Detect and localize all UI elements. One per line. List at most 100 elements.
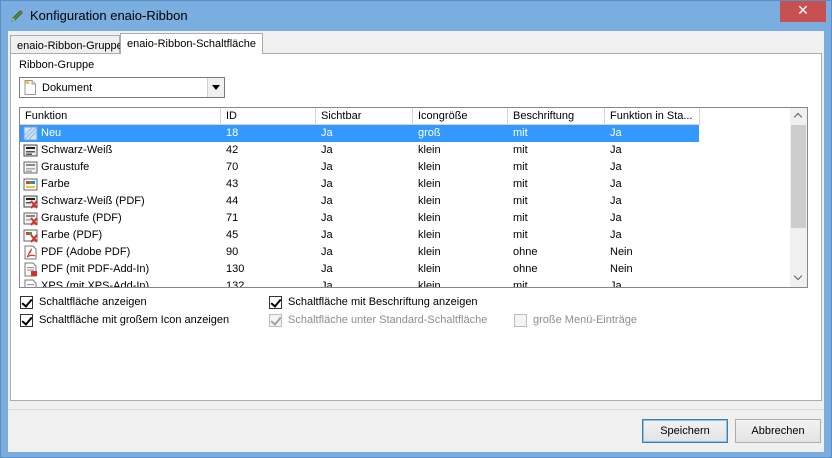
ribbon-group-value: Dokument: [42, 82, 93, 94]
cell-sichtbar: Ja: [321, 144, 333, 156]
tab-panel: Ribbon-Gruppe Dokument Funktion ID Sicht…: [10, 53, 822, 401]
cell-funktion-in-standard: Nein: [610, 246, 633, 258]
checkbox-large-menu-entries: große Menü-Einträge: [514, 314, 664, 328]
table-row[interactable]: Schwarz-Weiß 42 Ja klein mit Ja: [20, 142, 791, 159]
cell-funktion: Schwarz-Weiß: [41, 144, 113, 156]
cell-icongroesse: klein: [418, 195, 441, 207]
scanner-bw-pdf-icon: [23, 195, 38, 209]
cell-funktion-in-standard: Ja: [610, 280, 622, 288]
checkbox-label: Schaltfläche mit Beschriftung anzeigen: [288, 296, 478, 308]
scanner-color-icon: [23, 178, 38, 191]
cell-beschriftung: ohne: [513, 263, 538, 275]
cell-funktion: Farbe: [41, 178, 70, 190]
cancel-button[interactable]: Abbrechen: [735, 419, 821, 443]
cell-beschriftung: mit: [513, 280, 528, 288]
title-bar[interactable]: Konfiguration enaio-Ribbon ✕: [1, 1, 831, 31]
cell-sichtbar: Ja: [321, 229, 333, 241]
cell-funktion: Schwarz-Weiß (PDF): [41, 195, 145, 207]
cell-icongroesse: klein: [418, 246, 441, 258]
cell-icongroesse: groß: [418, 127, 441, 139]
cell-funktion-in-standard: Ja: [610, 212, 622, 224]
checkbox-show-button[interactable]: Schaltfläche anzeigen: [20, 296, 220, 310]
cell-beschriftung: mit: [513, 161, 528, 173]
scroll-down-icon[interactable]: [790, 270, 807, 287]
cell-funktion-in-standard: Ja: [610, 178, 622, 190]
checkbox-show-large-icon[interactable]: Schaltfläche mit großem Icon anzeigen: [20, 314, 260, 328]
table-row[interactable]: Neu 18 Ja groß mit Ja: [20, 125, 699, 142]
cell-id: 42: [226, 144, 239, 156]
cell-funktion-in-standard: Nein: [610, 263, 633, 275]
cell-sichtbar: Ja: [321, 212, 333, 224]
table-row[interactable]: XPS (mit XPS-Add-In) 132 Ja klein mit Ja: [20, 278, 791, 288]
table-row[interactable]: PDF (mit PDF-Add-In) 130 Ja klein ohne N…: [20, 261, 791, 278]
column-header-id[interactable]: ID: [221, 108, 316, 125]
tab-ribbon-schaltflaeche[interactable]: enaio-Ribbon-Schaltfläche: [120, 33, 263, 54]
cell-beschriftung: mit: [513, 229, 528, 241]
close-button[interactable]: ✕: [780, 1, 826, 22]
cell-id: 71: [226, 212, 239, 224]
checkbox-box: [514, 314, 527, 327]
column-header-icongroesse[interactable]: Icongröße: [413, 108, 508, 125]
scroll-up-icon[interactable]: [790, 108, 807, 125]
cell-id: 130: [226, 263, 245, 275]
chevron-down-icon[interactable]: [207, 78, 224, 97]
cell-id: 43: [226, 178, 239, 190]
xps-addin-icon: [24, 279, 37, 287]
document-icon: [24, 80, 36, 95]
cell-funktion-in-standard: Ja: [610, 144, 622, 156]
checkbox-box[interactable]: [20, 314, 33, 327]
cell-icongroesse: klein: [418, 212, 441, 224]
column-header-beschriftung[interactable]: Beschriftung: [508, 108, 605, 125]
scanner-color-pdf-icon: [23, 229, 38, 243]
checkbox-label: Schaltfläche mit großem Icon anzeigen: [39, 314, 230, 326]
table-row[interactable]: Farbe (PDF) 45 Ja klein mit Ja: [20, 227, 791, 244]
cell-funktion: Neu: [41, 127, 62, 139]
vertical-scrollbar[interactable]: [790, 108, 807, 287]
cell-beschriftung: mit: [513, 144, 528, 156]
cell-funktion-in-standard: Ja: [610, 161, 622, 173]
cell-funktion-in-standard: Ja: [610, 229, 622, 241]
window-title: Konfiguration enaio-Ribbon: [30, 8, 188, 23]
column-header-sichtbar[interactable]: Sichtbar: [316, 108, 413, 125]
cell-id: 132: [226, 280, 245, 288]
checkbox-label: Schaltfläche anzeigen: [39, 296, 147, 308]
cell-beschriftung: mit: [513, 178, 528, 190]
table-row[interactable]: PDF (Adobe PDF) 90 Ja klein ohne Nein: [20, 244, 791, 261]
checkbox-show-caption[interactable]: Schaltfläche mit Beschriftung anzeigen: [269, 296, 509, 310]
dialog-client-area: enaio-Ribbon-Gruppe enaio-Ribbon-Schaltf…: [8, 31, 824, 452]
cell-beschriftung: mit: [513, 212, 528, 224]
checkbox-box: [269, 314, 282, 327]
ribbon-group-label: Ribbon-Gruppe: [19, 59, 95, 71]
dialog-window: Konfiguration enaio-Ribbon ✕ enaio-Ribbo…: [0, 0, 832, 458]
table-row[interactable]: Graustufe 70 Ja klein mit Ja: [20, 159, 791, 176]
cell-funktion: Farbe (PDF): [41, 229, 103, 241]
cell-sichtbar: Ja: [321, 195, 333, 207]
table-row[interactable]: Farbe 43 Ja klein mit Ja: [20, 176, 791, 193]
column-header-funktion[interactable]: Funktion: [20, 108, 221, 125]
cell-sichtbar: Ja: [321, 178, 333, 190]
checkbox-box[interactable]: [20, 296, 33, 309]
save-button[interactable]: Speichern: [642, 419, 728, 443]
ribbon-group-select[interactable]: Dokument: [19, 77, 225, 98]
column-header-funktion-in-standard[interactable]: Funktion in Sta...: [605, 108, 700, 125]
cell-funktion: PDF (Adobe PDF): [41, 246, 131, 258]
scanner-gray-pdf-icon: [23, 212, 38, 226]
cell-funktion: Graustufe: [41, 161, 90, 173]
tab-ribbon-gruppe[interactable]: enaio-Ribbon-Gruppe: [10, 35, 123, 53]
pdf-addin-icon: [24, 262, 37, 277]
scrollbar-thumb[interactable]: [791, 125, 806, 228]
cell-sichtbar: Ja: [321, 280, 333, 288]
list-header: Funktion ID Sichtbar Icongröße Beschrift…: [20, 108, 791, 125]
cell-sichtbar: Ja: [321, 161, 333, 173]
cell-funktion-in-standard: Ja: [610, 127, 622, 139]
button-list[interactable]: Funktion ID Sichtbar Icongröße Beschrift…: [19, 107, 808, 288]
cell-beschriftung: mit: [513, 195, 528, 207]
checkbox-box[interactable]: [269, 296, 282, 309]
table-row[interactable]: Graustufe (PDF) 71 Ja klein mit Ja: [20, 210, 791, 227]
table-row[interactable]: Schwarz-Weiß (PDF) 44 Ja klein mit Ja: [20, 193, 791, 210]
pencil-icon: [11, 10, 23, 22]
cell-funktion: PDF (mit PDF-Add-In): [41, 263, 150, 275]
checkbox-under-standard: Schaltfläche unter Standard-Schaltfläche: [269, 314, 509, 328]
footer-divider: [8, 409, 824, 410]
cell-id: 18: [226, 127, 239, 139]
